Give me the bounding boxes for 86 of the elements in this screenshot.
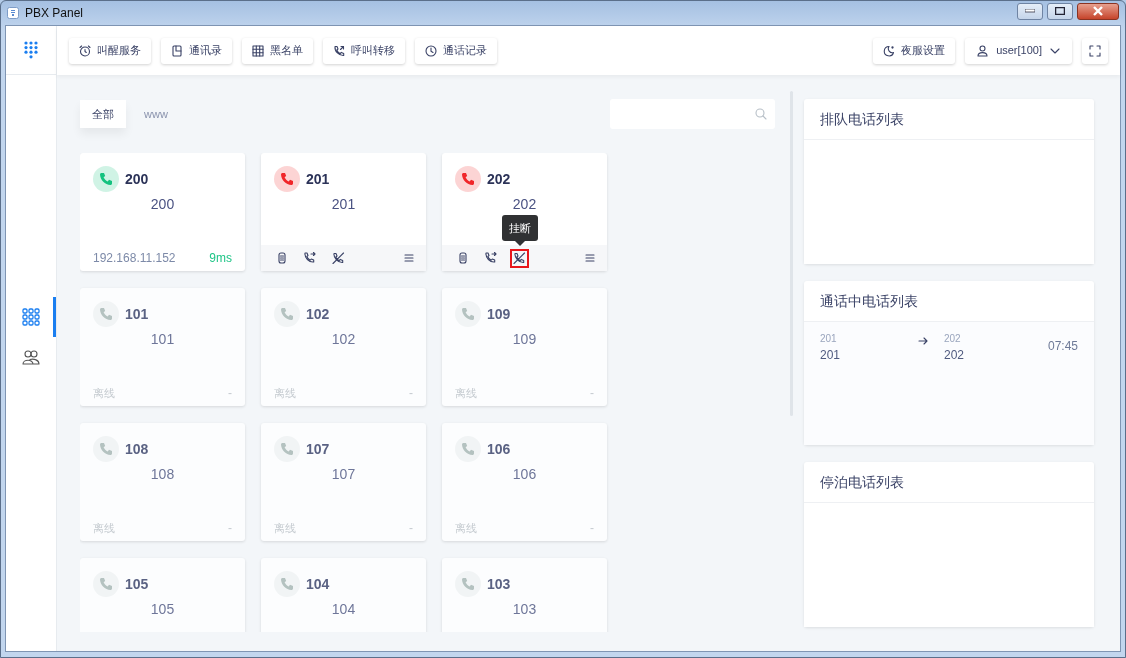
arrow-right-icon: [918, 337, 928, 345]
extension-card[interactable]: 104 104: [261, 558, 426, 632]
toolbar-button[interactable]: 呼叫转移: [323, 37, 405, 64]
chevron-down-icon: [1050, 47, 1060, 54]
toolbar-button[interactable]: 通话记录: [415, 37, 497, 64]
grid-icon: [252, 44, 264, 57]
toolbar-button[interactable]: 通讯录: [161, 37, 232, 64]
ip-address: 192.168.11.152: [93, 250, 176, 267]
extension-number: 106: [487, 439, 511, 459]
filter-tab[interactable]: 全部: [80, 99, 126, 129]
extension-name: 104: [330, 600, 357, 619]
extension-name: 109: [511, 330, 538, 349]
extension-number: 200: [125, 169, 149, 189]
callee-label: 202: [944, 332, 961, 346]
extension-card[interactable]: 103 103: [442, 558, 607, 632]
caller-label: 201: [820, 332, 837, 346]
window-title: PBX Panel: [25, 5, 84, 22]
address-book-icon: [171, 44, 183, 57]
extension-name: 101: [149, 330, 176, 349]
alarm-clock-icon: [79, 44, 91, 57]
device-icon: [457, 252, 469, 264]
extension-number: 108: [125, 439, 149, 459]
extension-name: 108: [149, 465, 176, 484]
extension-number: 201: [306, 169, 330, 189]
maximize-button[interactable]: [1047, 2, 1073, 20]
tooltip: 挂断: [501, 214, 538, 241]
extension-card[interactable]: 105 105: [80, 558, 245, 632]
extension-name: 103: [511, 600, 538, 619]
hang-up-icon: [332, 251, 345, 265]
latency-text: -: [409, 520, 413, 537]
menu-button[interactable]: [404, 254, 414, 262]
call-duration: 07:45: [1047, 338, 1078, 355]
extension-number: 105: [125, 574, 149, 594]
extension-number: 101: [125, 304, 149, 324]
latency-text: -: [590, 385, 594, 402]
fullscreen-icon: [1089, 44, 1101, 57]
extension-number: 104: [306, 574, 330, 594]
extension-name: 106: [511, 465, 538, 484]
fullscreen-button[interactable]: [1082, 37, 1108, 64]
moon-icon: [883, 44, 896, 57]
extension-name: 102: [330, 330, 357, 349]
app-icon: [7, 7, 19, 19]
phone-transfer-icon: [303, 252, 317, 264]
user-menu-button[interactable]: user[100]: [965, 37, 1072, 64]
extension-number: 102: [306, 304, 330, 324]
caller-number: 201: [820, 347, 841, 364]
extension-name: 200: [149, 195, 176, 214]
maximize-icon: [1055, 7, 1065, 15]
search-icon: [755, 108, 767, 120]
extension-number: 107: [306, 439, 330, 459]
extension-card[interactable]: 202 202 挂断: [442, 153, 607, 271]
user-icon: [977, 44, 989, 57]
contacts-icon: [22, 349, 40, 365]
extension-name: 107: [330, 465, 357, 484]
menu-icon: [585, 254, 595, 262]
hang-up-icon: [513, 251, 526, 265]
clock-icon: [425, 44, 437, 57]
extension-name: 202: [511, 195, 538, 214]
extension-name: 201: [330, 195, 357, 214]
search-field[interactable]: [610, 99, 775, 129]
minimize-icon: [1025, 9, 1035, 13]
extension-number: 103: [487, 574, 511, 594]
latency-text: -: [590, 520, 594, 537]
extension-number: 109: [487, 304, 511, 324]
latency-text: -: [228, 385, 232, 402]
menu-icon: [404, 254, 414, 262]
latency-text: 9ms: [209, 250, 232, 267]
night-mode-button[interactable]: 夜服设置: [873, 37, 956, 64]
toolbar-button[interactable]: 叫醒服务: [69, 37, 151, 64]
close-icon: [1092, 6, 1104, 16]
latency-text: -: [409, 385, 413, 402]
extension-name: 105: [149, 600, 176, 619]
menu-button[interactable]: [585, 254, 595, 262]
action-button[interactable]: [510, 248, 529, 268]
apps-icon: [22, 308, 40, 326]
phone-transfer-icon: [484, 252, 498, 264]
extension-card[interactable]: 201 201: [261, 153, 426, 271]
latency-text: -: [228, 520, 232, 537]
keypad-icon: [24, 41, 38, 59]
toolbar-button[interactable]: 黑名单: [242, 37, 313, 64]
callee-number: 202: [944, 347, 964, 364]
device-icon: [276, 252, 288, 264]
extension-card[interactable]: 200 200 192.168.11.152 9ms: [80, 153, 245, 271]
phone-forward-icon: [333, 44, 345, 57]
extension-number: 202: [487, 169, 511, 189]
close-button[interactable]: [1077, 2, 1119, 20]
